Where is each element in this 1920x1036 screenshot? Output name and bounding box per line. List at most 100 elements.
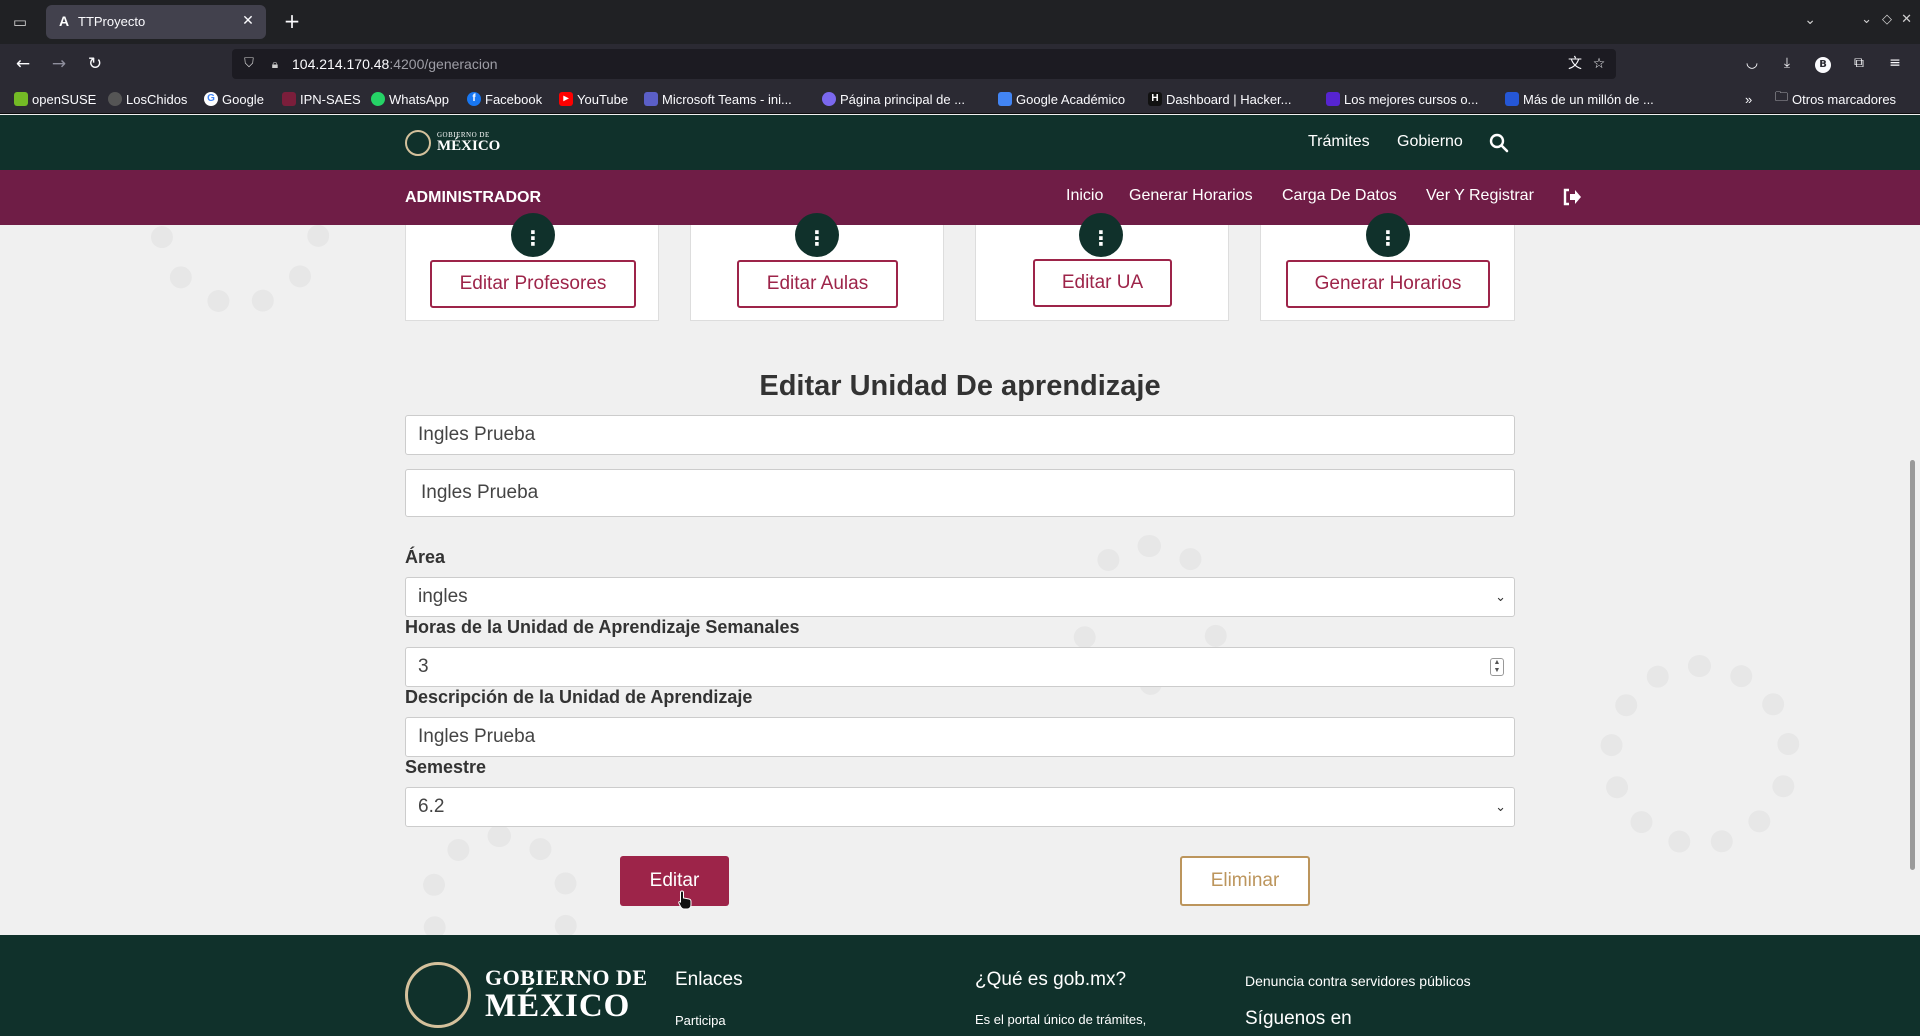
bookmark-google-academico[interactable]: Google Académico xyxy=(998,90,1125,108)
stepper-arrows-icon[interactable]: ▲ ▼ xyxy=(1490,658,1504,676)
national-seal-icon xyxy=(405,130,431,156)
footer-logo[interactable]: GOBIERNO DE MÉXICO xyxy=(405,962,648,1028)
maximize-icon[interactable]: ◇ xyxy=(1882,12,1892,27)
translate-icon[interactable]: 文 xyxy=(1566,55,1584,73)
card-icon: ⋮ xyxy=(1366,213,1410,257)
card-profesores: ⋮ Editar Profesores xyxy=(405,213,659,321)
bookmark-loschidos[interactable]: LosChidos xyxy=(108,90,187,108)
opensuse-icon xyxy=(14,92,28,106)
nav-gobierno[interactable]: Gobierno xyxy=(1397,133,1463,151)
browser-tab[interactable]: A TTProyecto ✕ xyxy=(46,5,266,39)
bookmarks-overflow-icon[interactable]: » xyxy=(1745,90,1752,108)
site-icon xyxy=(822,92,836,106)
footer-logo-line1: GOBIERNO DE xyxy=(485,965,648,991)
pocket-icon[interactable]: ◡ xyxy=(1741,52,1763,74)
footer-denuncia-link[interactable]: Denuncia contra servidores públicos xyxy=(1245,973,1471,989)
bookmark-label: Microsoft Teams - ini... xyxy=(662,91,792,107)
description-input[interactable]: Ingles Prueba xyxy=(405,717,1515,757)
bookmark-google[interactable]: G Google xyxy=(204,90,264,108)
close-window-icon[interactable]: ✕ xyxy=(1901,12,1912,27)
bookmark-star-icon[interactable]: ☆ xyxy=(1590,55,1608,73)
footer-enlaces-heading: Enlaces xyxy=(675,969,743,990)
downloads-icon[interactable]: ⤓ xyxy=(1776,52,1798,74)
nav-ver-y-registrar[interactable]: Ver Y Registrar xyxy=(1426,187,1534,205)
connection-lock-icon[interactable]: 🔒︎ xyxy=(266,55,284,73)
tab-overflow-chevron-icon[interactable]: ⌄ xyxy=(1804,12,1816,28)
footer-logo-line2: MÉXICO xyxy=(485,988,631,1025)
forward-icon[interactable]: → xyxy=(47,52,71,76)
youtube-icon: ▸ xyxy=(559,92,573,106)
page-content: GOBIERNO DE MÉXICO Trámites Gobierno ADM… xyxy=(0,115,1920,1036)
logout-icon[interactable] xyxy=(1561,186,1583,208)
extensions-icon[interactable]: ⧉ xyxy=(1848,52,1870,74)
edit-profesores-button[interactable]: Editar Profesores xyxy=(430,260,636,308)
semester-label: Semestre xyxy=(405,757,487,777)
search-icon[interactable] xyxy=(1488,132,1510,154)
other-bookmarks[interactable]: 🗀 Otros marcadores xyxy=(1775,89,1897,108)
udemy-icon xyxy=(1326,92,1340,106)
nombre-input[interactable]: Ingles Prueba xyxy=(405,415,1515,455)
bookmark-whatsapp[interactable]: WhatsApp xyxy=(371,90,449,108)
ipn-icon xyxy=(282,92,296,106)
area-label: Área xyxy=(405,547,446,567)
tracking-shield-icon[interactable]: ⛉ xyxy=(240,55,258,73)
browser-nav-bar: ← → ↻ ⛉ 🔒︎ 104.214.170.48:4200/generacio… xyxy=(0,44,1920,84)
nav-generar-horarios[interactable]: Generar Horarios xyxy=(1129,187,1253,205)
url-text[interactable]: 104.214.170.48:4200/generacion xyxy=(292,56,498,72)
hours-label: Horas de la Unidad de Aprendizaje Semana… xyxy=(405,617,800,637)
page-scrollbar[interactable] xyxy=(1906,115,1920,1036)
bookmark-opensuse[interactable]: openSUSE xyxy=(14,90,96,108)
description-input-value: Ingles Prueba xyxy=(418,726,536,747)
footer-participa-link[interactable]: Participa xyxy=(675,1013,726,1028)
bookmark-mas-de-un-millon[interactable]: Más de un millón de ... xyxy=(1505,90,1654,108)
clave-input[interactable]: Ingles Prueba xyxy=(405,469,1515,517)
bookmark-ipn-saes[interactable]: IPN-SAES xyxy=(282,90,361,108)
bookmark-pagina-principal[interactable]: Página principal de ... xyxy=(822,90,965,108)
generar-horarios-button[interactable]: Generar Horarios xyxy=(1286,260,1490,308)
hackerrank-icon: H xyxy=(1148,92,1162,106)
github-icon xyxy=(108,92,122,106)
tab-close-icon[interactable]: ✕ xyxy=(238,11,258,31)
browser-tab-bar: ▭ A TTProyecto ✕ + ⌄ ⌄ ◇ ✕ xyxy=(0,0,1920,44)
nav-tramites[interactable]: Trámites xyxy=(1308,133,1370,151)
semester-select-value: 6.2 xyxy=(418,796,445,817)
nav-carga-de-datos[interactable]: Carga De Datos xyxy=(1282,187,1397,205)
edit-aulas-button[interactable]: Editar Aulas xyxy=(737,260,898,308)
back-icon[interactable]: ← xyxy=(11,52,35,76)
description-label: Descripción de la Unidad de Aprendizaje xyxy=(405,687,753,707)
menu-icon[interactable]: ≡ xyxy=(1884,52,1906,74)
bookmark-facebook[interactable]: f Facebook xyxy=(467,90,542,108)
bookmark-hackerrank[interactable]: H Dashboard | Hacker... xyxy=(1148,90,1292,108)
tab-favicon-icon: A xyxy=(58,13,70,29)
card-icon: ⋮ xyxy=(1079,213,1123,257)
bookmark-youtube[interactable]: ▸ YouTube xyxy=(559,90,628,108)
scholar-icon xyxy=(998,92,1012,106)
area-select[interactable]: ingles ⌄ xyxy=(405,577,1515,617)
gob-header: GOBIERNO DE MÉXICO Trámites Gobierno xyxy=(0,115,1920,170)
footer-que-es-text: Es el portal único de trámites, xyxy=(975,1012,1147,1027)
bookmark-udemy[interactable]: Los mejores cursos o... xyxy=(1326,90,1478,108)
bookmark-teams[interactable]: Microsoft Teams - ini... xyxy=(644,90,792,108)
edit-ua-button[interactable]: Editar UA xyxy=(1033,259,1172,307)
url-bar[interactable]: ⛉ 🔒︎ 104.214.170.48:4200/generacion 文 ☆ xyxy=(232,49,1616,79)
scrollbar-thumb[interactable] xyxy=(1910,460,1915,870)
bookmark-label: Dashboard | Hacker... xyxy=(1166,91,1292,107)
bookmark-label: LosChidos xyxy=(126,91,188,107)
gob-logo[interactable]: GOBIERNO DE MÉXICO xyxy=(405,129,500,157)
tab-list-icon[interactable]: ▭ xyxy=(8,10,32,34)
delete-button[interactable]: Eliminar xyxy=(1180,856,1310,906)
hours-stepper[interactable]: 3 ▲ ▼ xyxy=(405,647,1515,687)
nav-inicio[interactable]: Inicio xyxy=(1066,187,1103,205)
minimize-icon[interactable]: ⌄ xyxy=(1861,12,1872,27)
semester-select[interactable]: 6.2 ⌄ xyxy=(405,787,1515,827)
new-tab-icon[interactable]: + xyxy=(280,10,304,34)
whatsapp-icon xyxy=(371,92,385,106)
card-icon: ⋮ xyxy=(795,213,839,257)
other-bookmarks-label: Otros marcadores xyxy=(1792,91,1897,107)
edit-button[interactable]: Editar xyxy=(620,856,729,906)
account-icon[interactable]: B xyxy=(1812,52,1834,74)
reload-icon[interactable]: ↻ xyxy=(83,52,107,76)
logo-big-text: MÉXICO xyxy=(437,138,501,154)
bookmark-label: Facebook xyxy=(485,91,543,107)
admin-navbar: ADMINISTRADOR Inicio Generar Horarios Ca… xyxy=(0,170,1920,225)
